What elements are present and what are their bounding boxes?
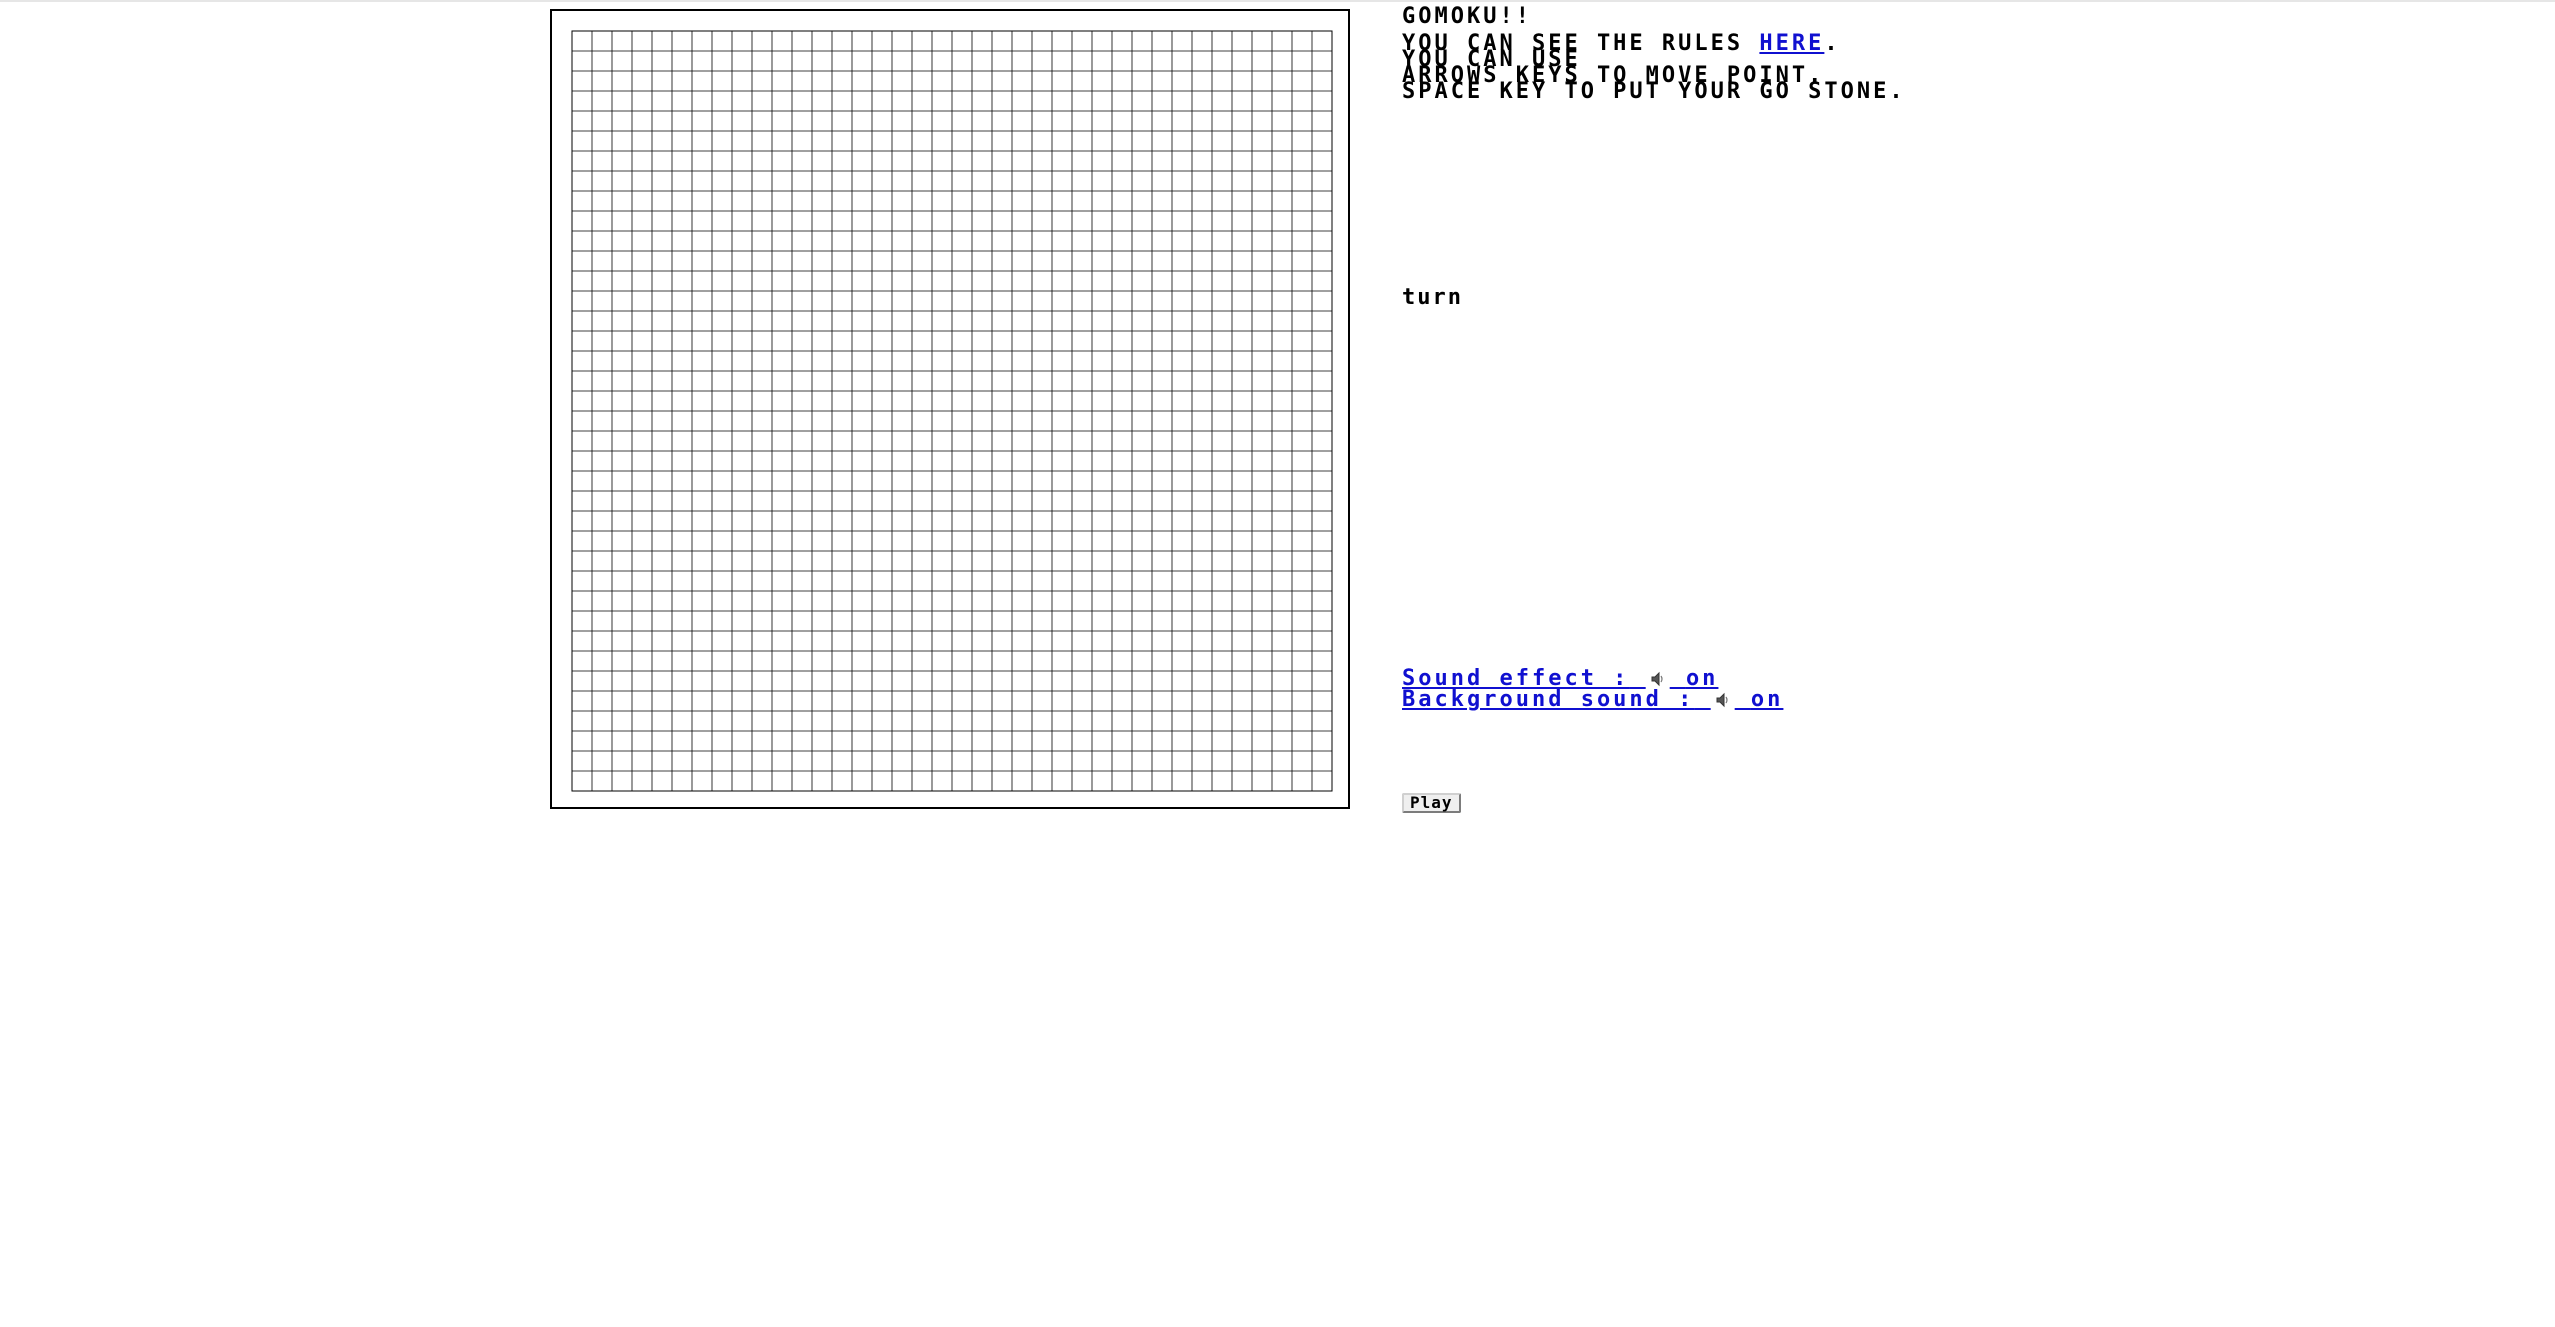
rules-suffix: .: [1824, 31, 1841, 56]
speaker-icon: [1716, 692, 1728, 708]
top-border: [0, 0, 2555, 2]
instruction-line-3: SPACE KEY TO PUT YOUR GO STONE.: [1402, 79, 1906, 104]
background-sound-label: Background sound :: [1402, 687, 1695, 712]
background-sound-toggle[interactable]: Background sound : on: [1402, 689, 1783, 711]
turn-indicator: turn: [1402, 285, 1463, 310]
background-sound-state: on: [1750, 687, 1784, 712]
rules-link[interactable]: HERE: [1759, 31, 1824, 56]
play-button[interactable]: Play: [1402, 793, 1461, 813]
rules-text: YOU CAN SEE THE RULES HERE. YOU CAN USE …: [1402, 33, 1906, 104]
game-title: GOMOKU!!: [1402, 4, 1532, 29]
board-grid: [571, 30, 1333, 792]
speaker-icon: [1651, 671, 1663, 687]
gomoku-board[interactable]: [550, 9, 1350, 809]
